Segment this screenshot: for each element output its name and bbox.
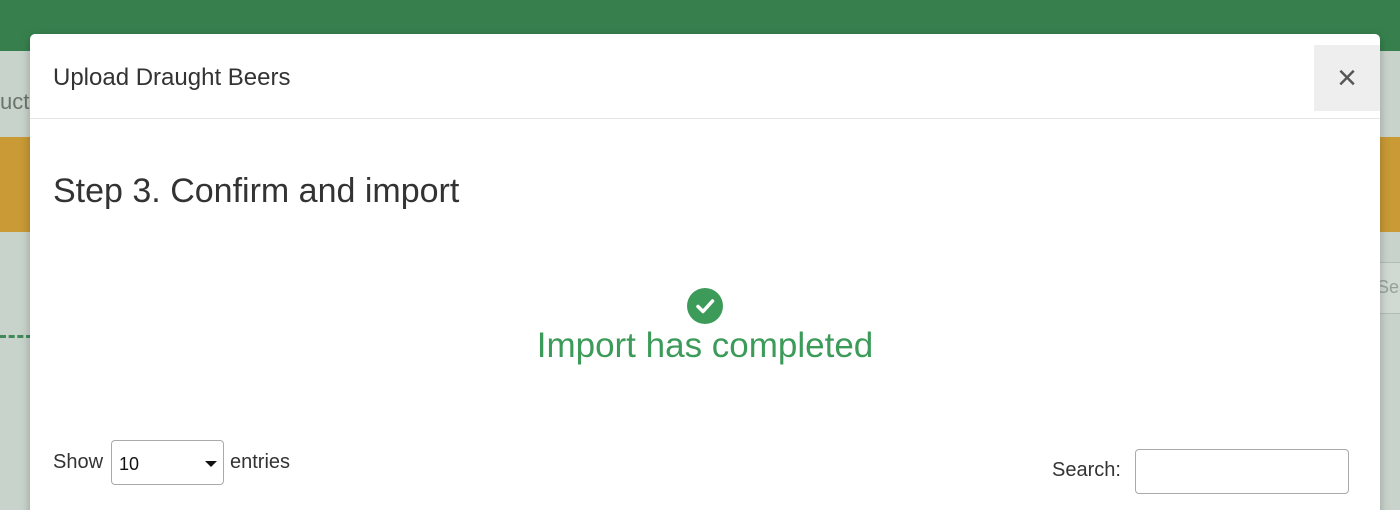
search-label: Search: [1052,459,1121,481]
caret-down-icon [205,461,217,467]
background-dashed-line [0,335,32,338]
show-label: Show [53,451,104,473]
modal-header: Upload Draught Beers × [30,34,1380,119]
step-title: Step 3. Confirm and import [53,172,460,210]
upload-modal: Upload Draught Beers × Step 3. Confirm a… [30,34,1380,510]
entries-select-value: 10 [119,454,140,474]
close-button[interactable]: × [1314,45,1380,111]
entries-per-page-select[interactable]: 10 [111,440,224,485]
check-circle-icon [687,288,723,324]
background-tab-text: uct [0,89,30,114]
import-status-message: Import has completed [536,326,874,365]
entries-label: entries [230,451,291,473]
modal-title: Upload Draught Beers [53,64,291,91]
search-input[interactable] [1135,449,1349,494]
